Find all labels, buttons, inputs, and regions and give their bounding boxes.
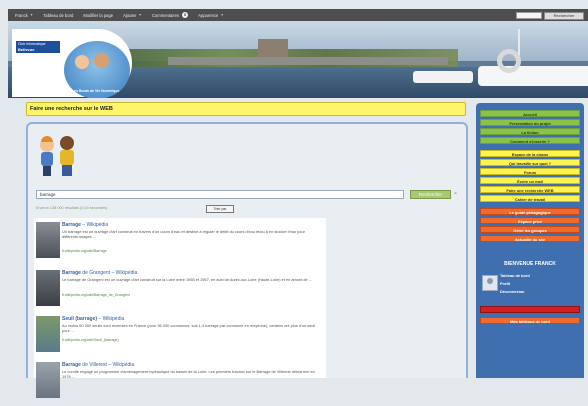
result-thumbnail: [36, 222, 60, 258]
site-logo[interactable]: Club Informatique Bellevue Les Bouts de …: [12, 29, 132, 98]
admin-menu-add[interactable]: Ajouter ▼: [123, 13, 142, 18]
logo-badge: Club Informatique Bellevue: [16, 41, 60, 53]
user-box: Tableau de bord Profil Déconnexion: [480, 273, 580, 303]
admin-search-button[interactable]: Rechercher: [544, 11, 584, 20]
sidebar-item-forum[interactable]: Forum: [480, 168, 580, 175]
admin-menu-label: Franck: [15, 12, 28, 18]
admin-menu-edit-page[interactable]: Modifier la page: [83, 13, 113, 18]
result-url[interactable]: fr.wikipedia.org/wiki/Seuil_(barrage): [62, 338, 119, 342]
sidebar-item-actualite[interactable]: Actualité du site: [480, 235, 580, 242]
admin-menu-label: Ajouter: [123, 12, 137, 18]
results-list: Barrage – Wikipédia Un barrage est un ou…: [34, 218, 326, 398]
sidebar: Accueil Présentation du projet La fictio…: [476, 103, 584, 378]
admin-menu-label: Modifier la page: [83, 12, 114, 18]
admin-menu-label: Apparence: [198, 12, 219, 18]
list-item: Seuil (barrage) – Wikipédia Au moins 60 …: [34, 312, 326, 360]
admin-search-input[interactable]: [516, 12, 542, 19]
sort-button[interactable]: Trier par: [206, 205, 234, 213]
comments-count-badge: 0: [182, 12, 189, 18]
welcome-heading: BIENVENUE FRANCK: [504, 261, 556, 267]
result-snippet: Le barrage de Grangent est un ouvrage d'…: [62, 277, 312, 282]
result-snippet: Un barrage est un ouvrage d'art construi…: [62, 229, 305, 239]
chevron-down-icon: ▼: [220, 13, 224, 17]
logo-subtitle: Les Bouts de Vie Numérique: [72, 89, 120, 93]
avatar: [482, 275, 498, 291]
kids-illustration: [38, 134, 86, 182]
admin-menu-appearance[interactable]: Apparence ▼: [198, 13, 224, 18]
result-url[interactable]: fr.wikipedia.org/wiki/Barrage: [62, 249, 107, 253]
lifebuoy-image: [497, 49, 521, 73]
sidebar-item-recherche-web[interactable]: Faire une recherche WEB: [480, 186, 580, 193]
logout-link[interactable]: Déconnexion: [500, 289, 524, 294]
chevron-down-icon: ▼: [29, 13, 34, 17]
admin-menu-label: Commentaires: [151, 12, 180, 18]
admin-bar: Franck ▼ Tableau de bord Modifier la page…: [8, 9, 588, 21]
search-button[interactable]: Rechercher: [410, 190, 451, 199]
admin-menu-comments[interactable]: Commentaires 0: [151, 12, 189, 18]
list-item: Barrage – Wikipédia Un barrage est un ou…: [34, 218, 326, 266]
sidebar-item-tableaux-de-bord[interactable]: Mes tableaux de bord: [480, 317, 580, 324]
result-count: Environ 138 000 résultats (0,33 secondes…: [36, 206, 108, 210]
admin-menu-dashboard[interactable]: Tableau de bord: [43, 13, 73, 18]
result-title-link[interactable]: Seuil (barrage) – Wikipédia: [62, 316, 124, 322]
admin-menu-label: Tableau de bord: [43, 12, 74, 18]
sidebar-item-cahier[interactable]: Cahier de travail: [480, 195, 580, 202]
result-title-link[interactable]: Barrage de Villerest – Wikipédia: [62, 362, 134, 368]
chevron-down-icon: ▼: [138, 13, 142, 17]
logo-badge-line2: Bellevue: [18, 47, 35, 52]
sidebar-item-qui-travaille[interactable]: Qui travaille sur quoi ?: [480, 159, 580, 166]
sidebar-item-presentation[interactable]: Présentation du projet: [480, 119, 580, 126]
sidebar-item-accueil[interactable]: Accueil: [480, 110, 580, 117]
result-thumbnail: [36, 316, 60, 352]
result-thumbnail: [36, 270, 60, 306]
clear-search-icon[interactable]: ×: [454, 190, 457, 199]
page-title-bar: Faire une recherche sur le WEB: [26, 102, 466, 116]
result-url[interactable]: fr.wikipedia.org/wiki/Barrage_de_Grangen…: [62, 293, 130, 297]
sidebar-item-classe[interactable]: Espace de la classe: [480, 150, 580, 157]
red-divider: [480, 306, 580, 313]
list-item: Barrage de Grangent – Wikipédia Le barra…: [34, 266, 326, 314]
result-snippet: Au moins 60 000 seuils sont recensés en …: [62, 323, 316, 333]
result-title-link[interactable]: Barrage – Wikipédia: [62, 222, 108, 228]
result-title-link[interactable]: Barrage de Grangent – Wikipédia: [62, 270, 137, 276]
sidebar-item-mail[interactable]: Écrire un mail: [480, 177, 580, 184]
list-item: Barrage de Villerest – Wikipédia Le comi…: [34, 358, 326, 406]
search-input[interactable]: barrage: [36, 190, 404, 199]
sidebar-item-groupes[interactable]: Gérer les groupes: [480, 226, 580, 233]
header-banner: Club Informatique Bellevue Les Bouts de …: [8, 21, 588, 98]
sidebar-item-fiction[interactable]: La fiction: [480, 128, 580, 135]
result-thumbnail: [36, 362, 60, 398]
sidebar-item-inscription[interactable]: Comment s'inscrire ?: [480, 137, 580, 144]
page-title: Faire une recherche sur le WEB: [30, 106, 113, 112]
profile-link[interactable]: Profil: [500, 281, 510, 286]
sidebar-item-espace-prive[interactable]: Espace privé: [480, 217, 580, 224]
sidebar-item-guide[interactable]: Le guide pédagogique: [480, 208, 580, 215]
dashboard-link[interactable]: Tableau de bord: [500, 273, 530, 278]
admin-menu-user[interactable]: Franck ▼: [15, 13, 33, 18]
admin-menu: Franck ▼ Tableau de bord Modifier la page…: [8, 12, 229, 18]
